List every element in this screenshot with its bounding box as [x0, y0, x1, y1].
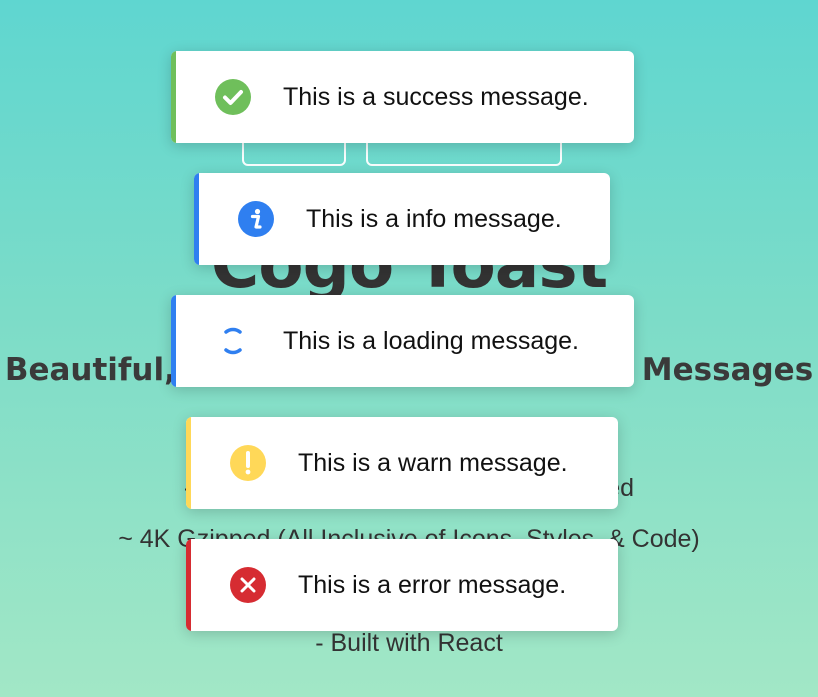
toast-success[interactable]: This is a success message. — [171, 51, 634, 143]
toast-accent-bar — [186, 539, 191, 631]
toast-warn[interactable]: This is a warn message. — [186, 417, 618, 509]
toast-error[interactable]: This is a error message. — [186, 539, 618, 631]
exclamation-circle-icon — [230, 445, 266, 481]
toast-accent-bar — [186, 417, 191, 509]
loading-spinner-icon — [215, 323, 251, 359]
x-circle-icon — [230, 567, 266, 603]
toast-loading[interactable]: This is a loading message. — [171, 295, 634, 387]
toast-message: This is a info message. — [306, 204, 562, 233]
toast-accent-bar — [171, 51, 176, 143]
toast-message: This is a success message. — [283, 82, 589, 111]
toast-message: This is a error message. — [298, 570, 567, 599]
info-circle-icon — [238, 201, 274, 237]
toast-info[interactable]: This is a info message. — [194, 173, 610, 265]
feature-item: - Built with React — [315, 629, 503, 657]
check-circle-icon — [215, 79, 251, 115]
toast-message: This is a loading message. — [283, 326, 579, 355]
toast-message: This is a warn message. — [298, 448, 568, 477]
toast-accent-bar — [171, 295, 176, 387]
toast-accent-bar — [194, 173, 199, 265]
